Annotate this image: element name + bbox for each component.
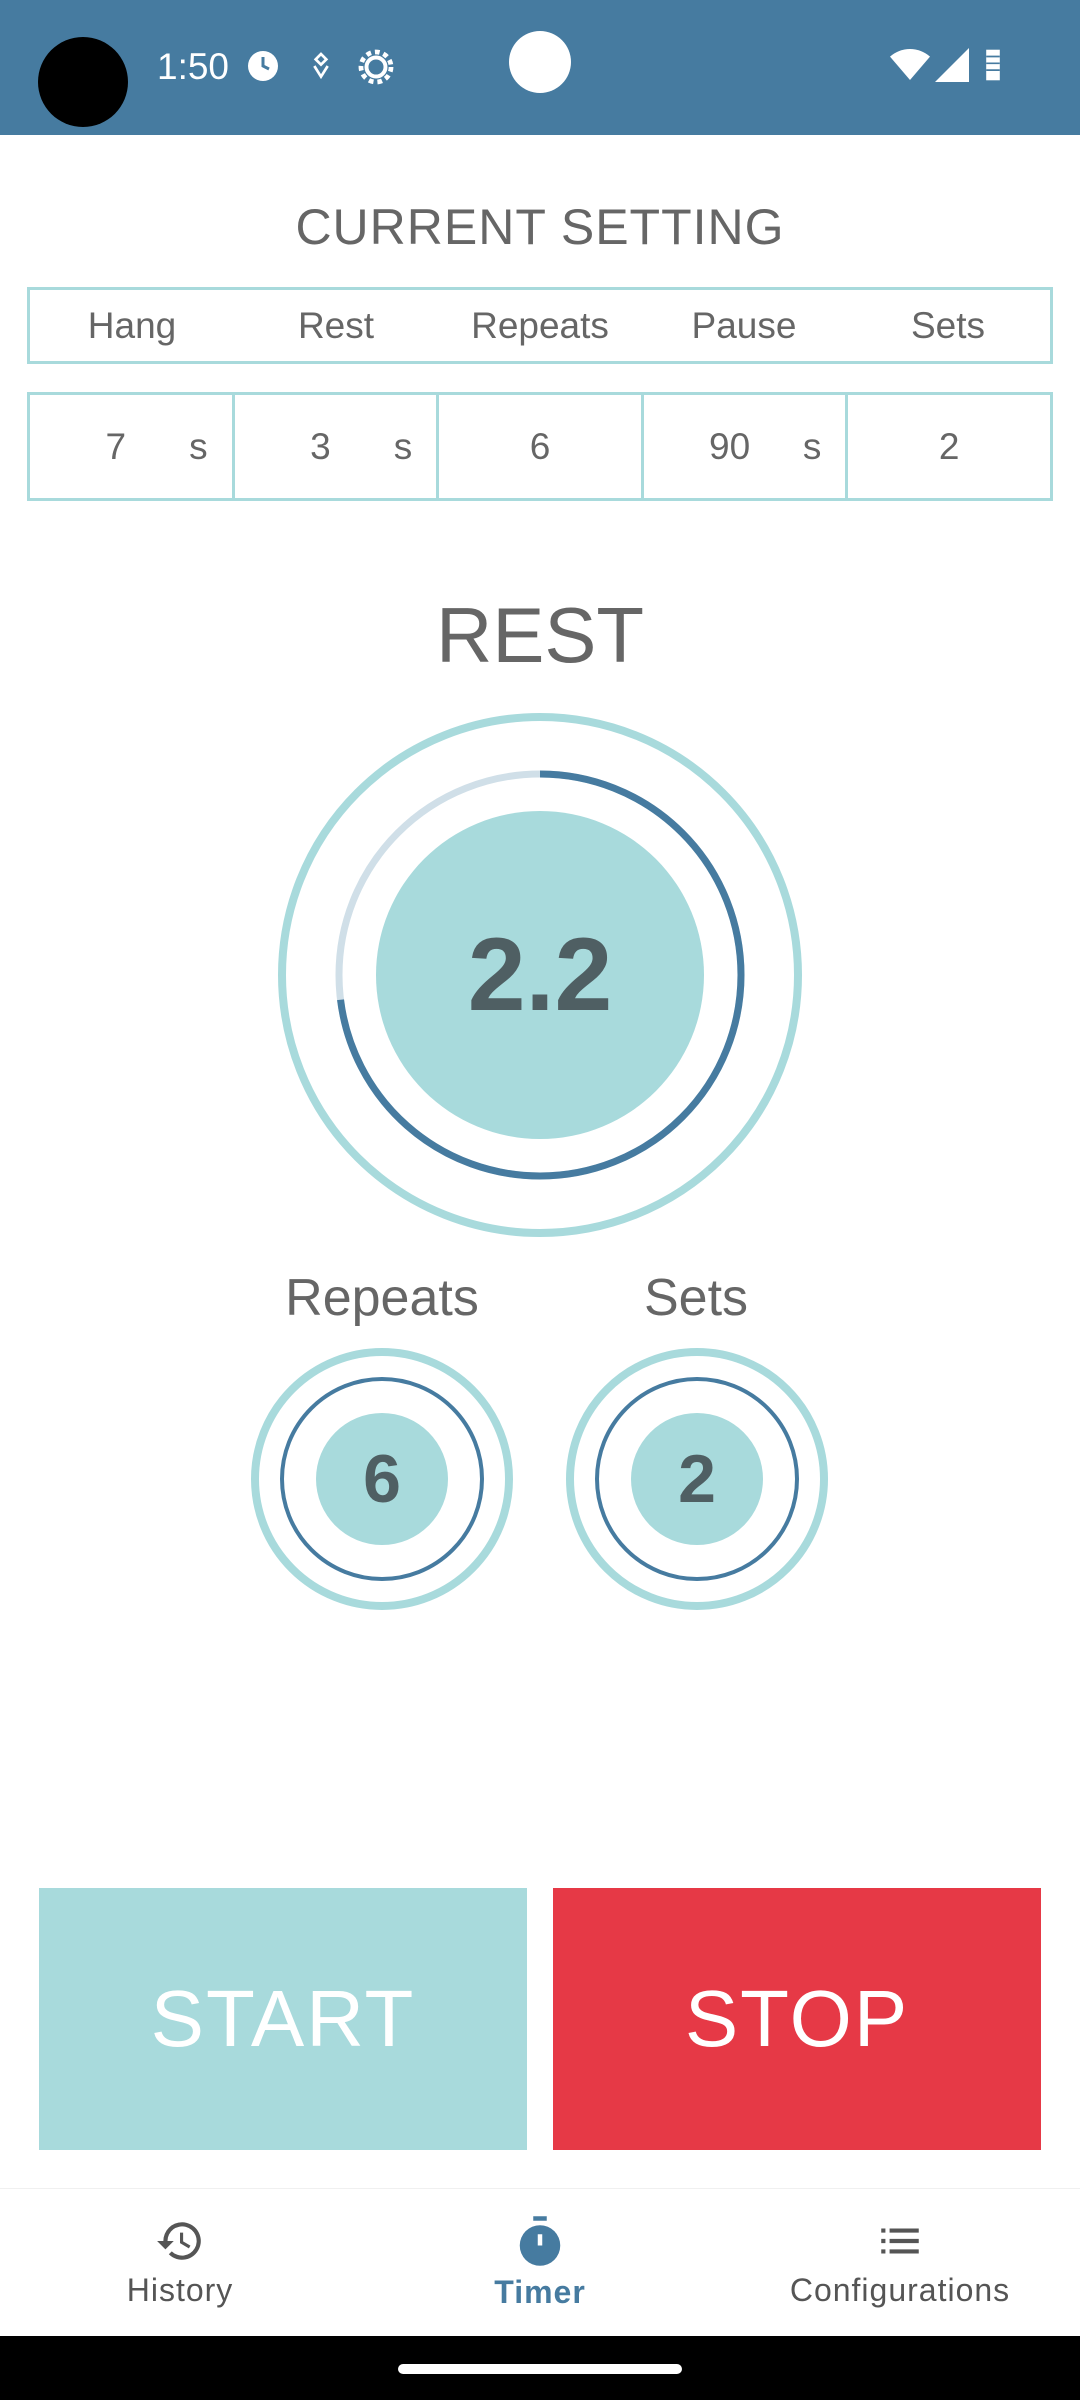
nav-timer[interactable]: Timer bbox=[360, 2189, 720, 2336]
header-pause: Pause bbox=[691, 304, 797, 346]
battery-icon bbox=[984, 48, 1002, 87]
bottom-navigation: History Timer Configurations bbox=[0, 2188, 1080, 2336]
header-hang: Hang bbox=[87, 304, 177, 346]
header-sets: Sets bbox=[910, 304, 986, 346]
rest-value-cell: 3 s bbox=[235, 395, 440, 498]
status-bar: 1:50 bbox=[0, 0, 1080, 135]
wifi-icon bbox=[890, 48, 930, 87]
nav-configurations[interactable]: Configurations bbox=[720, 2189, 1080, 2336]
pause-unit: s bbox=[802, 425, 822, 467]
current-setting-title: CURRENT SETTING bbox=[295, 199, 785, 255]
history-icon bbox=[157, 2222, 201, 2260]
header-rest: Rest bbox=[297, 304, 375, 346]
nav-configurations-label: Configurations bbox=[789, 2272, 1011, 2308]
setting-header-row: Hang Rest Repeats Pause Sets bbox=[27, 287, 1053, 364]
phase-label: REST bbox=[435, 591, 645, 679]
nav-history[interactable]: History bbox=[0, 2189, 360, 2336]
front-camera bbox=[509, 31, 571, 93]
repeats-counter: 6 bbox=[250, 1347, 514, 1611]
list-icon bbox=[881, 2228, 919, 2254]
sets-counter: 2 bbox=[565, 1347, 829, 1611]
sets-label: Sets bbox=[643, 1269, 749, 1327]
status-time: 1:50 bbox=[157, 46, 230, 87]
repeats-count: 6 bbox=[363, 1441, 401, 1517]
alarm-icon bbox=[245, 48, 281, 89]
sets-value-cell: 2 bbox=[848, 395, 1050, 498]
stop-button[interactable]: STOP bbox=[553, 1888, 1041, 2150]
sets-count: 2 bbox=[678, 1441, 716, 1517]
header-repeats: Repeats bbox=[471, 304, 609, 346]
camera-cutout bbox=[38, 37, 128, 127]
stopwatch-icon bbox=[519, 2216, 561, 2266]
timer-value: 2.2 bbox=[467, 916, 613, 1033]
sets-value: 2 bbox=[938, 425, 960, 467]
home-indicator[interactable] bbox=[398, 2364, 682, 2374]
repeats-value: 6 bbox=[529, 425, 551, 467]
start-button[interactable]: START bbox=[39, 1888, 527, 2150]
location-icon bbox=[305, 48, 337, 89]
pause-value-cell: 90 s bbox=[644, 395, 849, 498]
repeats-label: Repeats bbox=[285, 1269, 479, 1327]
gesture-bar bbox=[0, 2336, 1080, 2400]
setting-value-row: 7 s 3 s 6 90 s 2 bbox=[27, 392, 1053, 501]
signal-icon bbox=[935, 48, 969, 87]
countdown-timer: 2.2 bbox=[277, 712, 803, 1238]
nav-timer-label: Timer bbox=[494, 2274, 586, 2310]
settings-gear-icon bbox=[357, 48, 395, 91]
rest-unit: s bbox=[393, 425, 413, 467]
nav-history-label: History bbox=[126, 2272, 234, 2308]
